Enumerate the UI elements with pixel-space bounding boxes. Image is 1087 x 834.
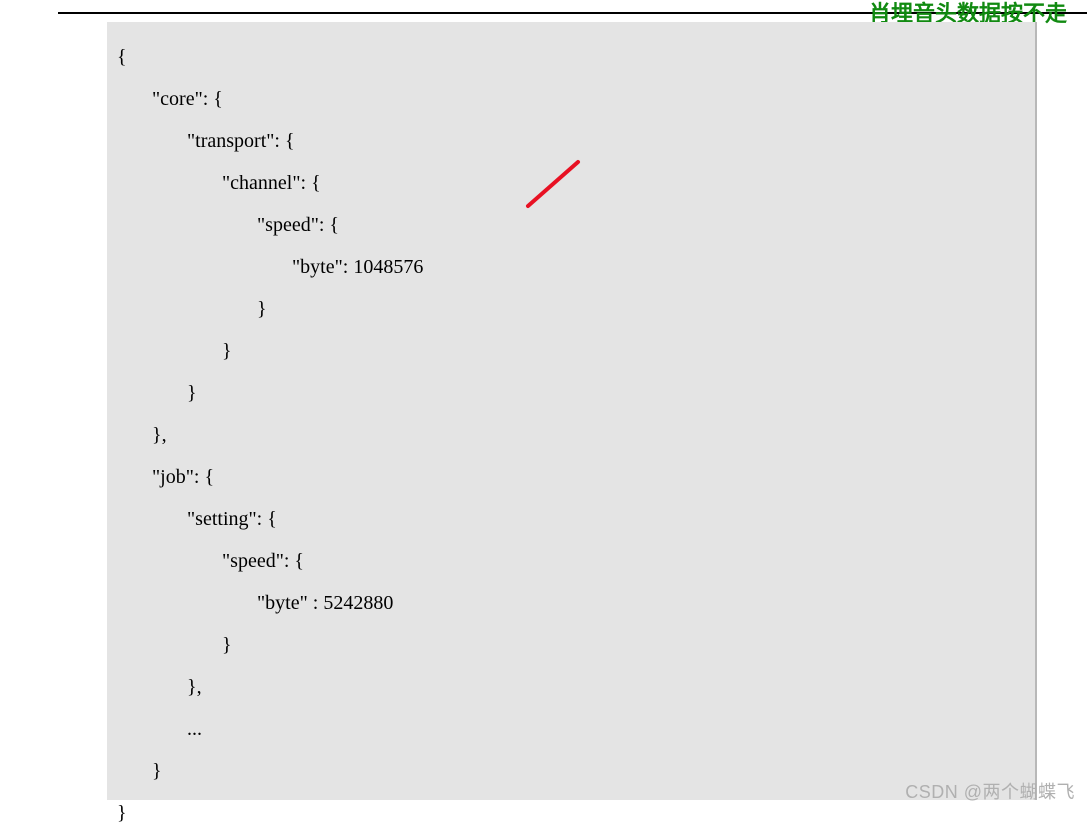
- json-config-code-block: { "core": { "transport": { "channel": { …: [107, 22, 1037, 800]
- code-line: "setting": {: [117, 508, 277, 530]
- code-line: }: [117, 634, 232, 656]
- code-line: "channel": {: [117, 172, 321, 194]
- code-line: "core": {: [117, 88, 223, 110]
- code-line: }: [117, 760, 162, 782]
- code-line: "speed": {: [117, 214, 339, 236]
- code-line: }: [117, 382, 197, 404]
- csdn-watermark: CSDN @两个蝴蝶飞: [905, 778, 1075, 804]
- code-line: {: [117, 46, 127, 68]
- code-line: },: [117, 424, 167, 446]
- code-line: }: [117, 802, 127, 824]
- code-line: "byte": 1048576: [117, 256, 423, 278]
- code-line: "job": {: [117, 466, 214, 488]
- code-line: "transport": {: [117, 130, 295, 152]
- code-line: }: [117, 340, 232, 362]
- code-line: "byte" : 5242880: [117, 592, 393, 614]
- code-line: "speed": {: [117, 550, 304, 572]
- code-line: }: [117, 298, 267, 320]
- code-line: },: [117, 676, 202, 698]
- code-line: ...: [117, 718, 202, 740]
